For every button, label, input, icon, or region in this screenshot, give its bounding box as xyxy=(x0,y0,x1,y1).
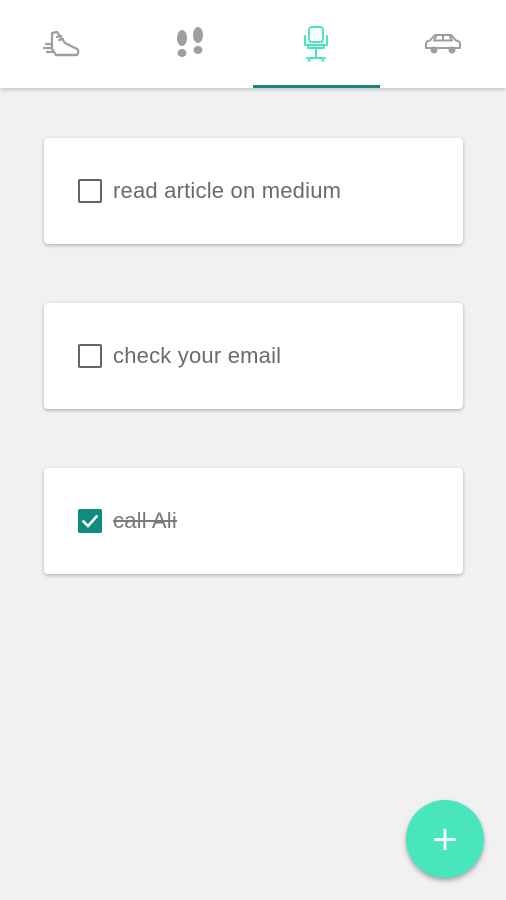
active-tab-indicator xyxy=(253,85,380,88)
task-label: check your email xyxy=(113,343,282,368)
task-checkbox-checked[interactable] xyxy=(78,509,102,533)
task-card: check your email xyxy=(44,303,463,409)
task-checkbox[interactable] xyxy=(78,179,102,203)
task-label: call Ali xyxy=(113,508,177,533)
tab-sitting[interactable] xyxy=(253,0,380,88)
task-card: read article on medium xyxy=(44,138,463,244)
plus-icon: + xyxy=(430,819,460,859)
tab-walking[interactable] xyxy=(127,0,254,88)
footprints-icon xyxy=(173,26,207,62)
tab-driving[interactable] xyxy=(380,0,506,88)
car-icon xyxy=(424,32,462,56)
task-label: read article on medium xyxy=(113,178,342,203)
top-tab-bar xyxy=(0,0,506,88)
running-shoe-icon xyxy=(43,27,83,61)
add-task-button[interactable]: + xyxy=(406,800,484,878)
office-chair-icon xyxy=(301,25,331,63)
tab-running[interactable] xyxy=(0,0,127,88)
task-checkbox[interactable] xyxy=(78,344,102,368)
task-card: call Ali xyxy=(44,468,463,574)
checkmark-icon xyxy=(81,514,99,528)
